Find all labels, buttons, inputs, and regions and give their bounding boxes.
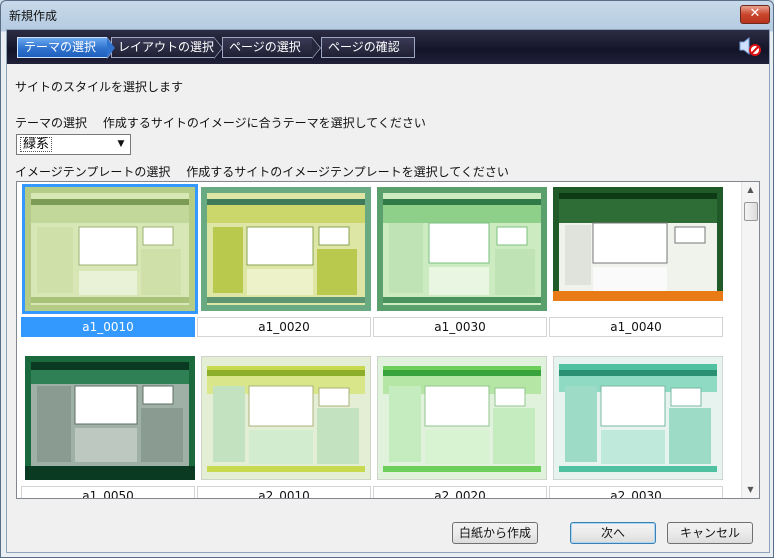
template-thumbnail[interactable] bbox=[553, 356, 723, 480]
template-thumbnail[interactable] bbox=[553, 187, 723, 311]
template-thumbnail[interactable] bbox=[377, 356, 547, 480]
create-blank-button[interactable]: 白紙から作成 bbox=[452, 522, 538, 544]
wizard-step-theme[interactable]: テーマの選択 bbox=[17, 37, 116, 59]
scroll-up-icon[interactable]: ▲ bbox=[742, 182, 759, 198]
sound-muted-icon[interactable] bbox=[737, 35, 761, 57]
wizard-step-pages[interactable]: ページの選択 bbox=[222, 37, 321, 59]
theme-select[interactable]: 緑系 ▼ bbox=[16, 134, 131, 155]
template-name: a2_0030 bbox=[549, 486, 723, 498]
wizard-step-label: ページの選択 bbox=[229, 40, 301, 54]
gallery-scrollbar[interactable]: ▲ ▼ bbox=[741, 182, 759, 498]
template-name: a1_0040 bbox=[549, 317, 723, 337]
dialog-client: テーマの選択 レイアウトの選択 ページの選択 ページの確認 サイトのスタイルを選… bbox=[6, 29, 770, 553]
template-gallery: a1_0010 a1_0020 a1_0030 a1_0040 a1_0050 … bbox=[16, 181, 760, 499]
next-button[interactable]: 次へ bbox=[570, 522, 656, 544]
wizard-step-label: テーマの選択 bbox=[24, 40, 97, 54]
instruction-text: サイトのスタイルを選択します bbox=[15, 80, 184, 94]
wizard-step-label: ページの確認 bbox=[328, 40, 400, 54]
title-bar[interactable]: 新規作成 ✕ bbox=[1, 1, 773, 29]
dialog-window: 新規作成 ✕ テーマの選択 レイアウトの選択 ページの選択 ページの確認 サイト… bbox=[0, 0, 774, 558]
cancel-button[interactable]: キャンセル bbox=[667, 522, 753, 544]
theme-label: テーマの選択 作成するサイトのイメージに合うテーマを選択してください bbox=[15, 116, 426, 130]
wizard-step-layout[interactable]: レイアウトの選択 bbox=[111, 37, 223, 59]
wizard-step-confirm[interactable]: ページの確認 bbox=[321, 37, 415, 58]
close-icon: ✕ bbox=[749, 6, 761, 21]
wizard-step-label: レイアウトの選択 bbox=[118, 40, 215, 54]
scrollbar-thumb[interactable] bbox=[744, 202, 758, 221]
wizard-step-bar: テーマの選択 レイアウトの選択 ページの選択 ページの確認 bbox=[7, 30, 769, 64]
template-thumbnail[interactable] bbox=[377, 187, 547, 311]
template-thumbnail[interactable] bbox=[22, 184, 198, 314]
close-button[interactable]: ✕ bbox=[740, 5, 770, 24]
template-thumbnail[interactable] bbox=[201, 356, 371, 480]
window-title: 新規作成 bbox=[9, 9, 58, 23]
template-name: a1_0050 bbox=[21, 486, 195, 498]
template-name: a1_0020 bbox=[197, 317, 371, 337]
scroll-down-icon[interactable]: ▼ bbox=[742, 482, 759, 498]
chevron-down-icon[interactable]: ▼ bbox=[113, 136, 129, 153]
template-thumbnail[interactable] bbox=[201, 187, 371, 311]
template-name: a1_0010 bbox=[21, 317, 195, 337]
template-thumbnail[interactable] bbox=[25, 356, 195, 480]
template-name: a2_0010 bbox=[197, 486, 371, 498]
template-name: a1_0030 bbox=[373, 317, 547, 337]
template-name: a2_0020 bbox=[373, 486, 547, 498]
template-label: イメージテンプレートの選択 作成するサイトのイメージテンプレートを選択してくださ… bbox=[15, 165, 509, 179]
theme-select-value: 緑系 bbox=[20, 137, 53, 152]
